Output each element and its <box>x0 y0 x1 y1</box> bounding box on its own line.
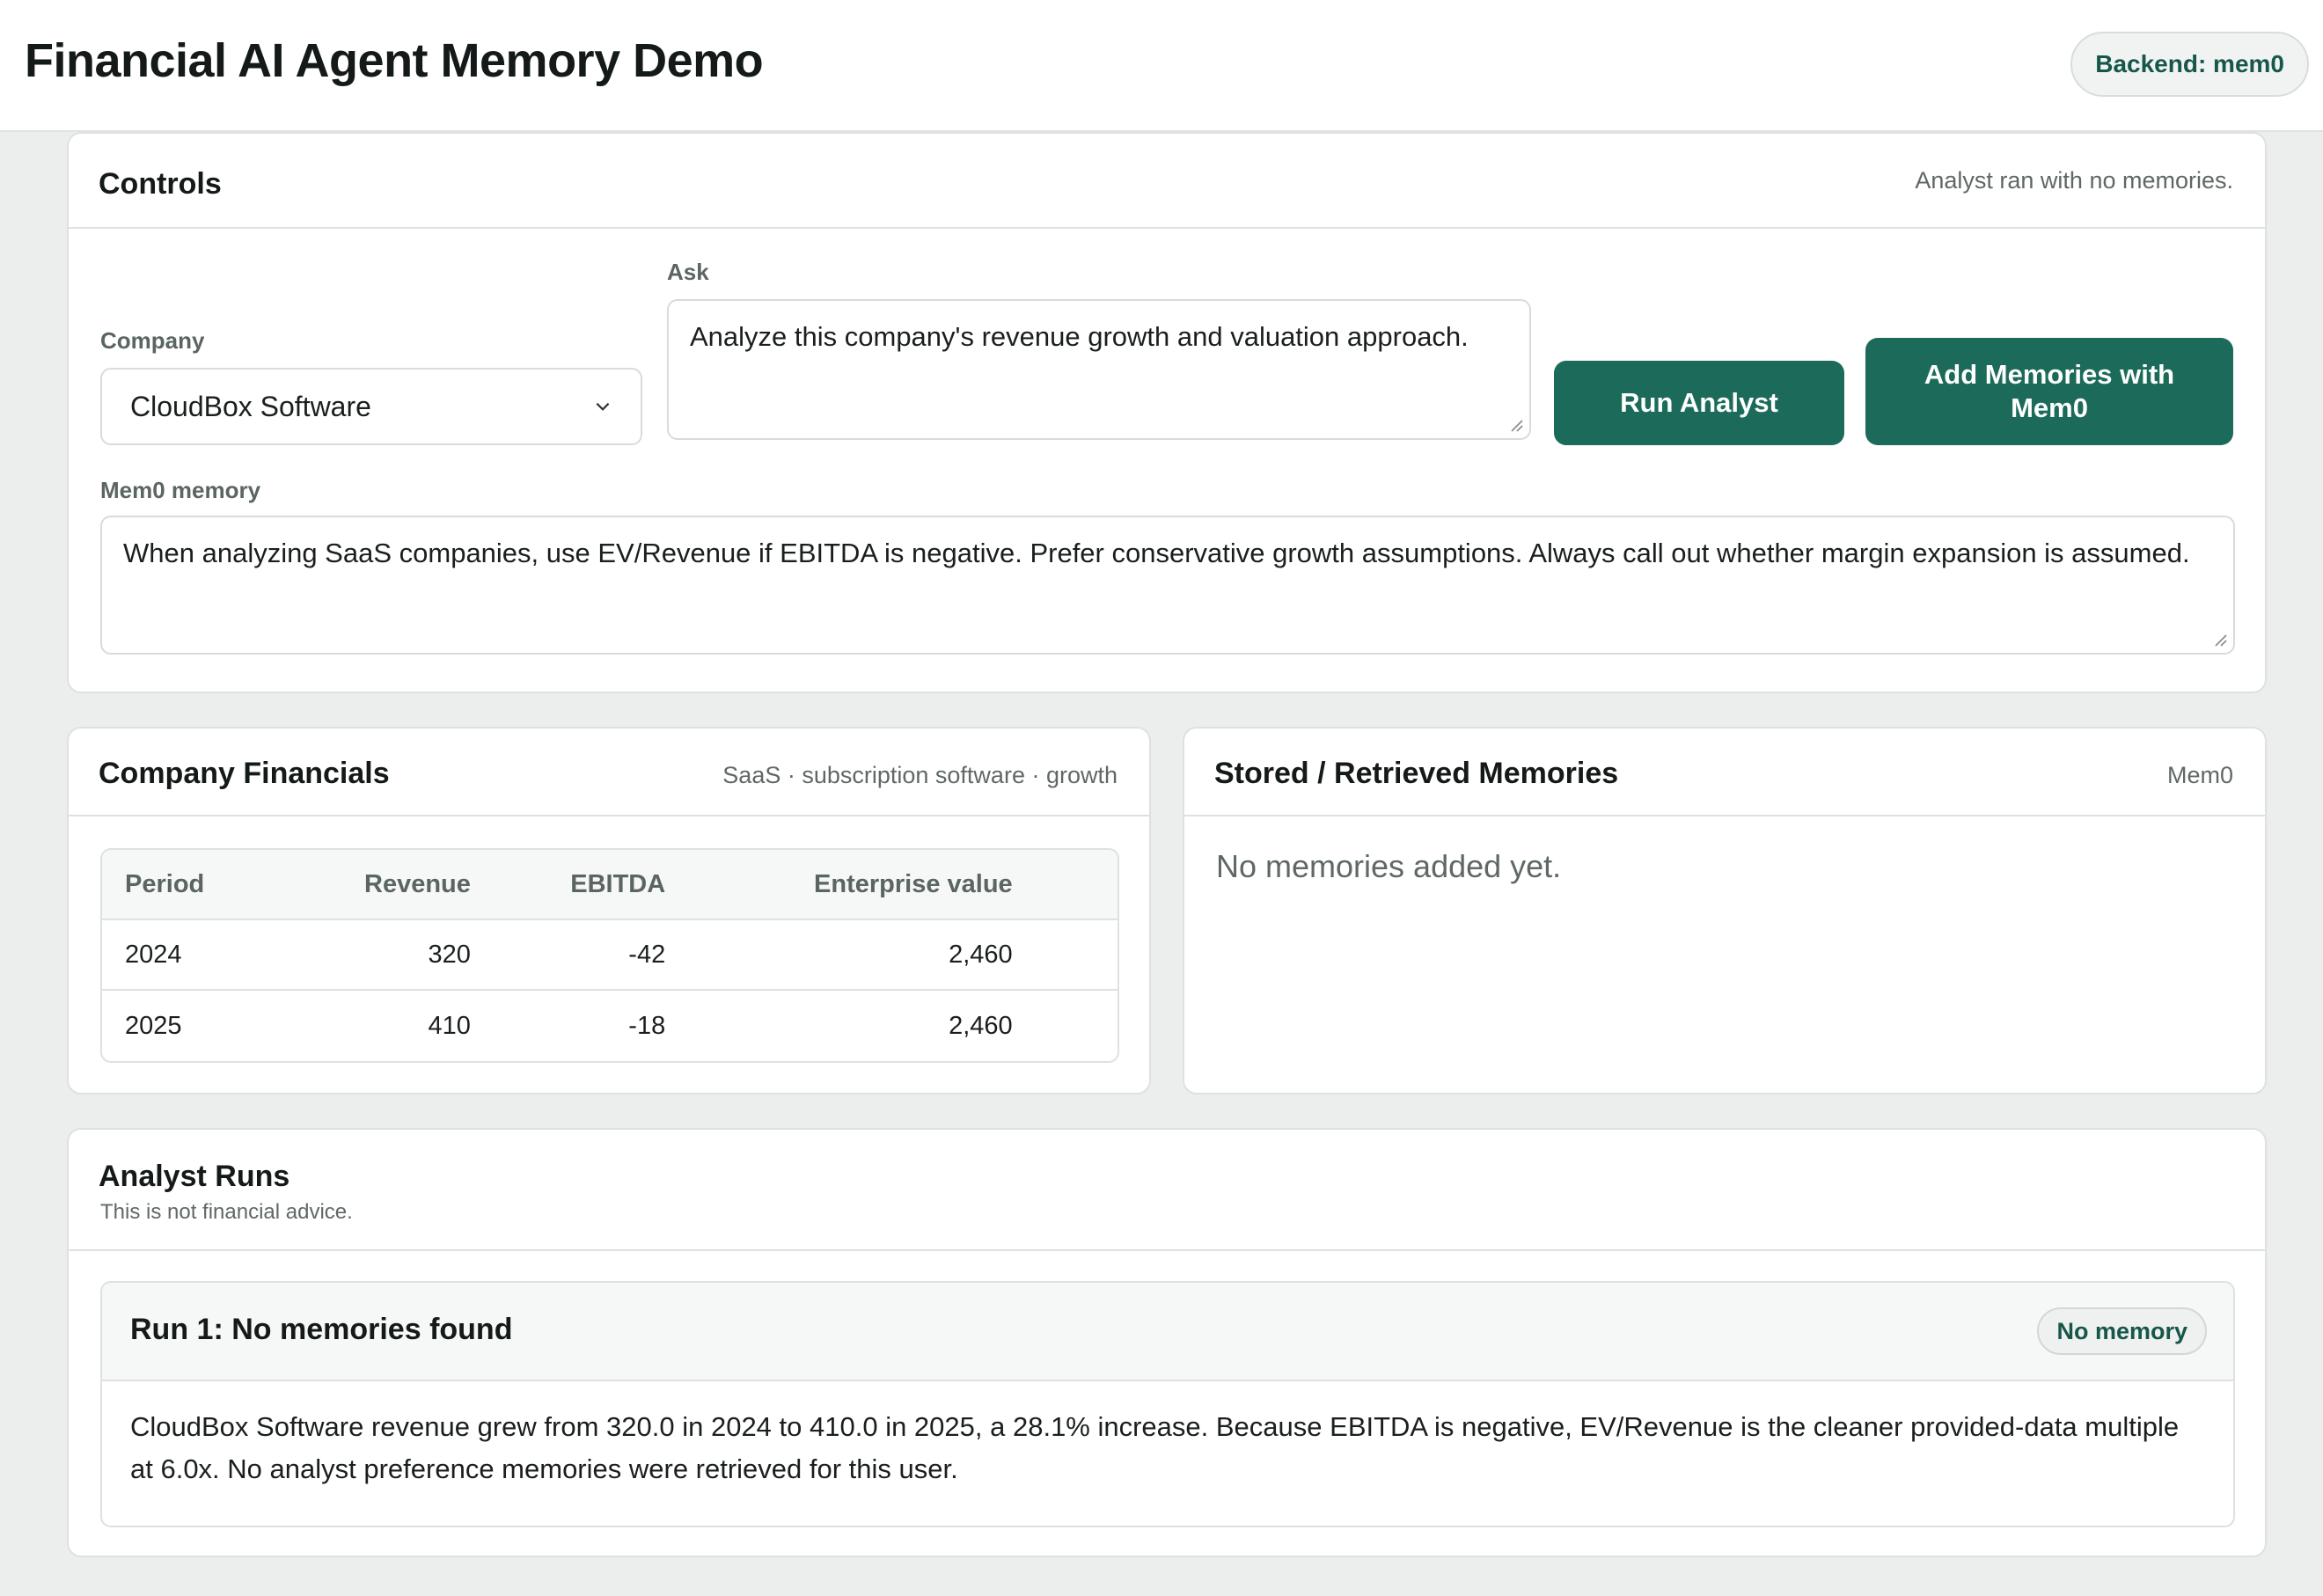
memories-card: Stored / Retrieved Memories Mem0 No memo… <box>1183 727 2267 1095</box>
chevron-down-icon <box>596 402 610 411</box>
run-item-title: Run 1: No memories found <box>130 1313 513 1346</box>
financials-meta: SaaS · subscription software · growth <box>722 762 1118 788</box>
column-header-revenue: Revenue <box>295 850 471 920</box>
financials-card: Company Financials SaaS · subscription s… <box>67 727 1151 1095</box>
resize-grip-icon[interactable] <box>2212 632 2228 648</box>
runs-subtitle: This is not financial advice. <box>100 1200 353 1224</box>
runs-card: Analyst Runs This is not financial advic… <box>67 1128 2267 1557</box>
resize-grip-icon[interactable] <box>1508 417 1524 433</box>
memories-empty-text: No memories added yet. <box>1216 848 1562 884</box>
cell-revenue: 320 <box>295 920 471 991</box>
app-title: Financial AI Agent Memory Demo <box>25 34 764 87</box>
table-row: 2024 320 -42 2,460 <box>102 920 1118 991</box>
cell-period: 2024 <box>102 920 296 991</box>
cell-spacer <box>1013 991 1118 1061</box>
financials-header: Company Financials SaaS · subscription s… <box>69 728 1149 816</box>
financials-title: Company Financials <box>99 757 390 790</box>
company-label: Company <box>100 327 205 354</box>
ask-label: Ask <box>667 259 709 285</box>
column-header-spacer <box>1012 850 1118 920</box>
add-memories-button[interactable]: Add Memories with Mem0 <box>1865 338 2233 445</box>
column-header-ebitda: EBITDA <box>470 850 666 920</box>
cell-enterprise-value: 2,460 <box>665 920 1013 991</box>
table-row: 2025 410 -18 2,460 <box>102 991 1118 1061</box>
ask-textarea-value: Analyze this company's revenue growth an… <box>690 321 1469 352</box>
column-header-enterprise-value: Enterprise value <box>665 850 1013 920</box>
controls-header: Controls Analyst ran with no memories. <box>69 134 2265 229</box>
cell-enterprise-value: 2,460 <box>949 1011 1013 1040</box>
cell-revenue: 410 <box>428 1011 471 1040</box>
top-bar: Financial AI Agent Memory Demo Backend: … <box>0 0 2323 132</box>
table-header-row: Period Revenue EBITDA Enterprise value <box>102 850 1118 920</box>
memory-textarea[interactable]: When analyzing SaaS companies, use EV/Re… <box>100 516 2235 655</box>
column-header-period: Period <box>102 850 296 920</box>
runs-header: Analyst Runs This is not financial advic… <box>69 1130 2265 1251</box>
run-item-badge: No memory <box>2037 1307 2207 1355</box>
memories-header: Stored / Retrieved Memories Mem0 <box>1184 728 2265 816</box>
financials-table: Period Revenue EBITDA Enterprise value 2… <box>100 848 1119 1063</box>
memories-meta: Mem0 <box>2166 762 2233 788</box>
cell-ebitda: -42 <box>470 920 666 991</box>
cell-spacer <box>1012 920 1118 991</box>
runs-title: Analyst Runs <box>99 1160 290 1193</box>
cell-ebitda: -18 <box>628 1011 666 1040</box>
run-item: Run 1: No memories found No memory Cloud… <box>100 1281 2235 1527</box>
memories-title: Stored / Retrieved Memories <box>1214 757 1619 790</box>
controls-card: Controls Analyst ran with no memories. C… <box>67 132 2267 693</box>
controls-title: Controls <box>99 167 222 201</box>
memory-label: Mem0 memory <box>100 477 261 503</box>
run-analyst-button[interactable]: Run Analyst <box>1554 361 1844 445</box>
cell-period: 2025 <box>125 1011 182 1040</box>
backend-badge: Backend: mem0 <box>2070 32 2309 97</box>
company-select-value: CloudBox Software <box>130 390 371 422</box>
company-select[interactable]: CloudBox Software <box>100 368 642 445</box>
run-item-text: CloudBox Software revenue grew from 320.… <box>130 1411 2180 1484</box>
memory-textarea-value: When analyzing SaaS companies, use EV/Re… <box>123 538 2190 568</box>
ask-textarea[interactable]: Analyze this company's revenue growth an… <box>667 299 1531 440</box>
run-item-header: Run 1: No memories found No memory <box>102 1283 2233 1381</box>
controls-status: Analyst ran with no memories. <box>1915 167 2233 194</box>
